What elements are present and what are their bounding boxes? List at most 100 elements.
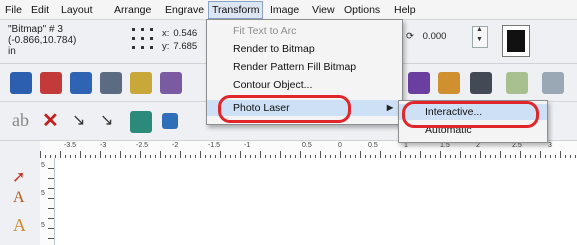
export-icon[interactable] — [160, 72, 182, 94]
ruler-tick — [280, 151, 281, 158]
object-info: "Bitmap" # 3 (-0.866,10.784) in — [8, 24, 118, 57]
menu-item-contour-object[interactable]: Contour Object... — [207, 77, 402, 93]
menu-options[interactable]: Options — [342, 3, 382, 17]
submenu-arrow-icon: ▶ — [386, 103, 393, 112]
ruler-tick — [460, 151, 461, 158]
node-edit-icon[interactable]: ↘ — [72, 110, 85, 130]
menu-item-fit-text-to-arc[interactable]: Fit Text to Arc — [207, 23, 402, 39]
rotation-value: 0.000 — [422, 31, 447, 42]
node-edit-icon[interactable]: ↘ — [100, 110, 113, 130]
ruler-label: 0.5 — [368, 142, 378, 149]
ruler-tick — [240, 151, 241, 158]
ruler-label: -2.5 — [136, 142, 149, 149]
ruler-label: -3 — [100, 142, 107, 149]
text-icon[interactable]: ab — [12, 110, 29, 131]
vertical-ruler: 5 5 5 — [40, 158, 55, 245]
vruler-label: 5 — [41, 162, 45, 169]
import-icon[interactable] — [130, 72, 152, 94]
rotation-icon: ⟳ — [406, 31, 414, 42]
shape-icon[interactable] — [130, 111, 152, 133]
ruler-tick — [320, 151, 321, 158]
ruler-tick — [540, 151, 541, 158]
menu-item-label: Fit Text to Arc — [233, 25, 297, 37]
menu-layout[interactable]: Layout — [59, 3, 95, 17]
menu-edit[interactable]: Edit — [29, 3, 51, 17]
menu-item-render-to-bitmap[interactable]: Render to Bitmap — [207, 41, 402, 57]
rectangle-icon[interactable] — [162, 113, 178, 129]
menu-transform[interactable]: Transform — [208, 1, 264, 19]
ruler-tick — [220, 151, 221, 158]
menu-item-label: Render Pattern Fill Bitmap — [233, 61, 357, 73]
position-fields: x: 0.546 y: 7.685 — [162, 27, 197, 53]
design-canvas[interactable] — [55, 158, 577, 245]
ruler-tick — [120, 151, 121, 158]
ruler-label: 1 — [404, 142, 408, 149]
layers-icon[interactable] — [408, 72, 430, 94]
ruler-tick — [60, 151, 61, 158]
ruler-tick — [360, 151, 361, 158]
menu-file[interactable]: File — [3, 3, 24, 17]
annotation-highlight — [402, 101, 539, 128]
ruler-tick — [560, 151, 561, 158]
cross-icon[interactable]: ✕ — [42, 108, 59, 133]
ruler-label: -3.5 — [64, 142, 77, 149]
y-field[interactable]: 7.685 — [173, 40, 197, 53]
menu-item-label: Contour Object... — [233, 79, 313, 91]
ruler-tick — [40, 151, 41, 158]
select-arrow-icon[interactable]: ➚ — [12, 167, 25, 187]
ruler-tick — [520, 151, 521, 158]
ruler-label: 3 — [548, 142, 552, 149]
rotation-field[interactable]: ⟳ 0.000 — [406, 29, 466, 45]
ruler-tick — [500, 151, 501, 158]
object-units: in — [8, 46, 16, 57]
picture-icon[interactable] — [40, 72, 62, 94]
ruler-tick — [180, 151, 181, 158]
annotation-highlight — [218, 95, 351, 123]
menu-bar: File Edit Layout Arrange Engrave Transfo… — [0, 0, 577, 20]
x-label: x: — [162, 28, 170, 39]
vruler-label: 5 — [41, 190, 45, 197]
ruler-label: 0 — [338, 142, 342, 149]
ruler-tick — [300, 151, 301, 158]
object-coords: (-0.866,10.784) — [8, 35, 77, 46]
ruler-tick — [420, 151, 421, 158]
menu-view[interactable]: View — [310, 3, 337, 17]
ruler-label: 1.5 — [440, 142, 450, 149]
ruler-tick — [260, 151, 261, 158]
menu-engrave[interactable]: Engrave — [163, 3, 206, 17]
save-icon[interactable] — [70, 72, 92, 94]
ruler-tick — [340, 151, 341, 158]
ruler-label: -2 — [172, 142, 179, 149]
menu-help[interactable]: Help — [392, 3, 418, 17]
ruler-label: 2 — [476, 142, 480, 149]
print-icon[interactable] — [470, 72, 492, 94]
text-tool-icon[interactable]: A — [13, 189, 25, 207]
ruler-tick — [140, 151, 141, 158]
anchor-point-selector[interactable] — [132, 26, 154, 52]
menu-item-label: Render to Bitmap — [233, 43, 315, 55]
menu-image[interactable]: Image — [268, 3, 301, 17]
ruler-tick — [160, 151, 161, 158]
menu-arrange[interactable]: Arrange — [112, 3, 153, 17]
text-tool-icon[interactable]: A — [13, 215, 26, 236]
y-label: y: — [162, 41, 170, 52]
laser-icon[interactable] — [506, 72, 528, 94]
settings-icon[interactable] — [542, 72, 564, 94]
horizontal-ruler: -3.5 -3 -2.5 -2 -1.5 -1 0.5 0 0.5 1 1.5 … — [40, 141, 577, 159]
ruler-tick — [80, 151, 81, 158]
x-field[interactable]: 0.546 — [173, 27, 197, 40]
ruler-tick — [480, 151, 481, 158]
rotation-spinner[interactable] — [472, 26, 488, 48]
book-icon[interactable] — [10, 72, 32, 94]
color-well[interactable] — [502, 25, 530, 57]
menu-item-render-pattern-fill-bitmap[interactable]: Render Pattern Fill Bitmap — [207, 59, 402, 75]
tool-column: ➚ A A — [0, 141, 41, 245]
ruler-label: 2.5 — [512, 142, 522, 149]
ruler-tick — [380, 151, 381, 158]
ruler-tick — [400, 151, 401, 158]
ruler-tick — [100, 151, 101, 158]
ruler-label: 0.5 — [302, 142, 312, 149]
ruler-tick — [200, 151, 201, 158]
palette-icon[interactable] — [438, 72, 460, 94]
paste-icon[interactable] — [100, 72, 122, 94]
